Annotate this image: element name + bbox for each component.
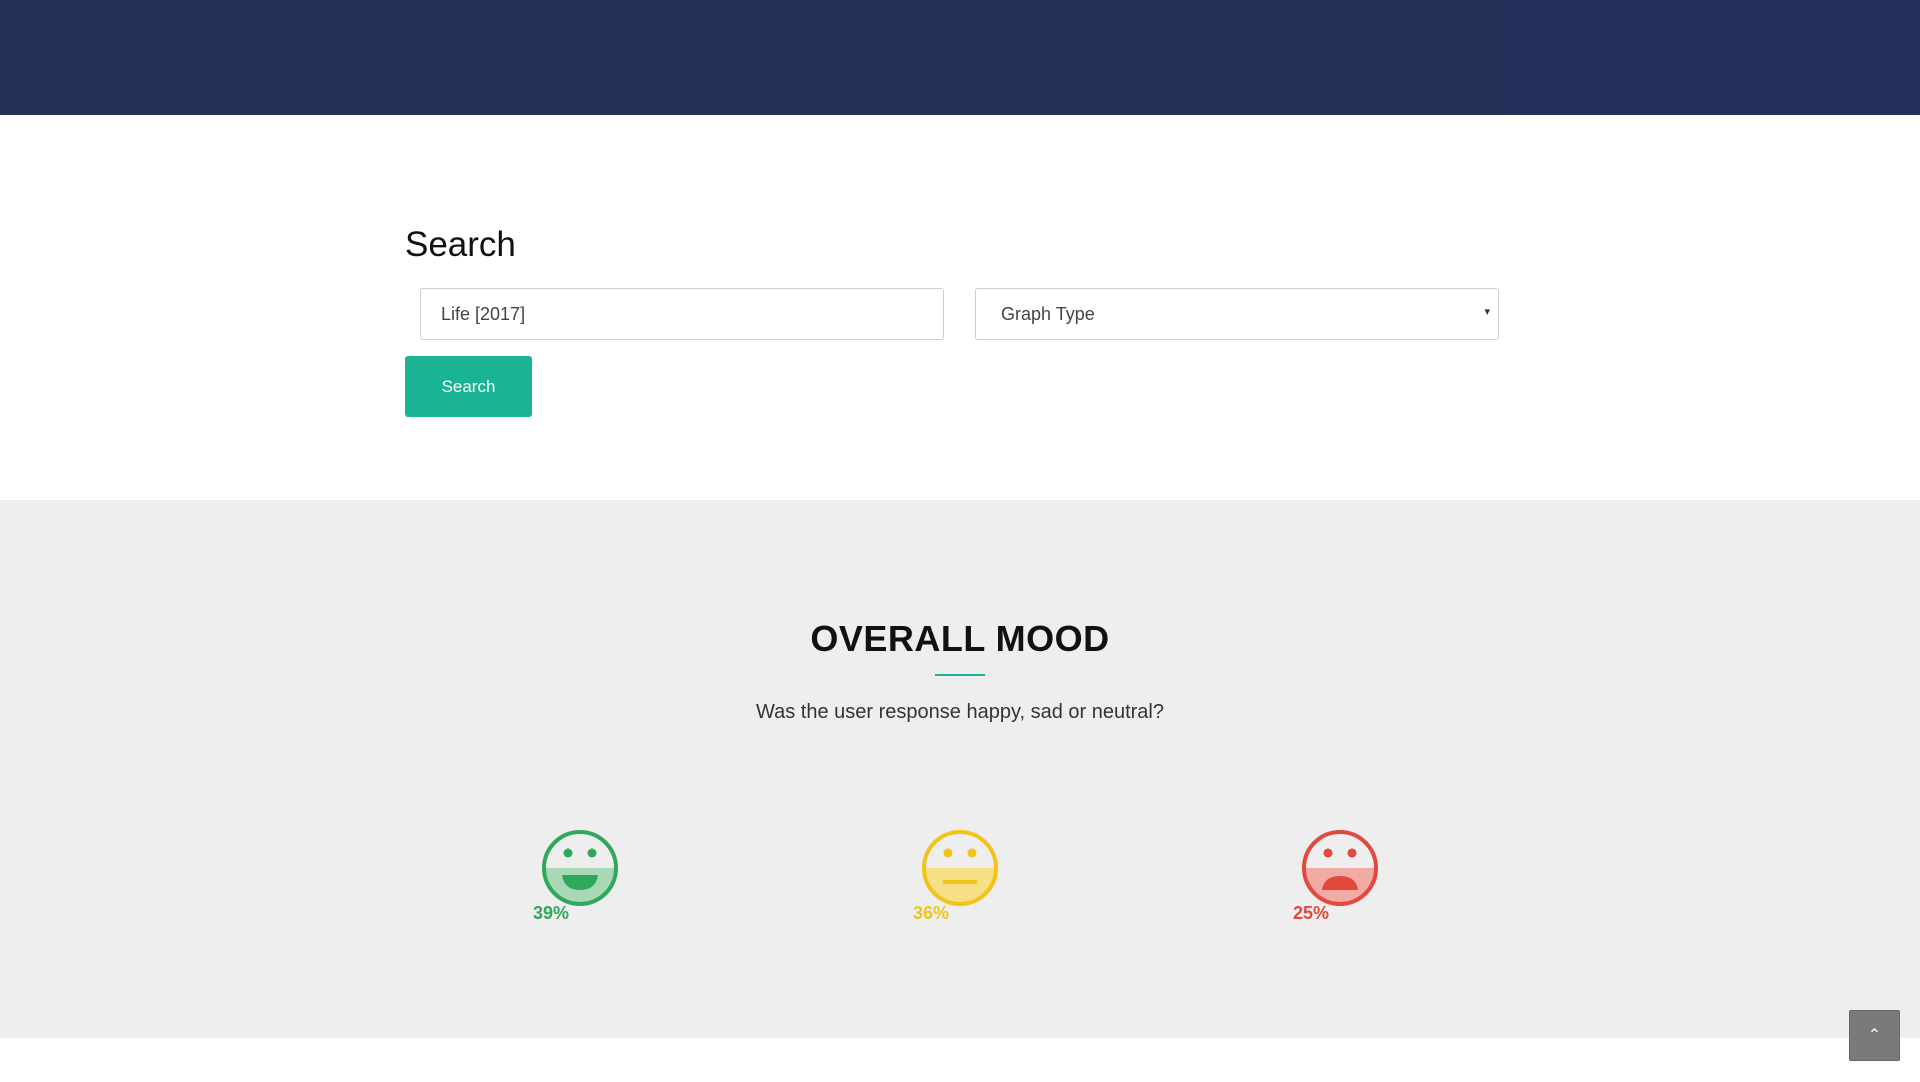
mood-neutral: 36% (913, 828, 1023, 928)
search-button[interactable]: Search (405, 356, 532, 417)
mood-title: OVERALL MOOD (810, 618, 1110, 659)
neutral-face-icon (922, 830, 998, 906)
graph-type-label: Graph Type (1001, 304, 1095, 324)
sad-face-icon (1302, 830, 1378, 906)
top-header-bar (0, 0, 1920, 115)
scroll-to-top-button[interactable]: ⌃ (1849, 1010, 1900, 1061)
header-shade (1500, 0, 1920, 115)
search-input[interactable] (420, 288, 944, 340)
happy-percent: 39% (533, 903, 570, 923)
sad-percent: 25% (1293, 903, 1330, 923)
search-section: Search Graph Type ▾ Search (0, 115, 1920, 500)
mood-happy: 39% (533, 828, 643, 928)
neutral-percent: 36% (913, 903, 950, 923)
graph-type-select[interactable]: Graph Type ▾ (975, 288, 1499, 340)
title-divider (935, 674, 985, 676)
mood-subtitle: Was the user response happy, sad or neut… (755, 701, 1164, 723)
chevron-up-icon: ⌃ (1867, 1027, 1882, 1044)
mood-sad: 25% (1293, 828, 1403, 928)
search-heading: Search (405, 225, 516, 264)
happy-face-icon (542, 830, 618, 906)
chevron-down-icon: ▾ (1484, 306, 1490, 318)
overall-mood-section: OVERALL MOOD Was the user response happy… (0, 500, 1920, 1038)
